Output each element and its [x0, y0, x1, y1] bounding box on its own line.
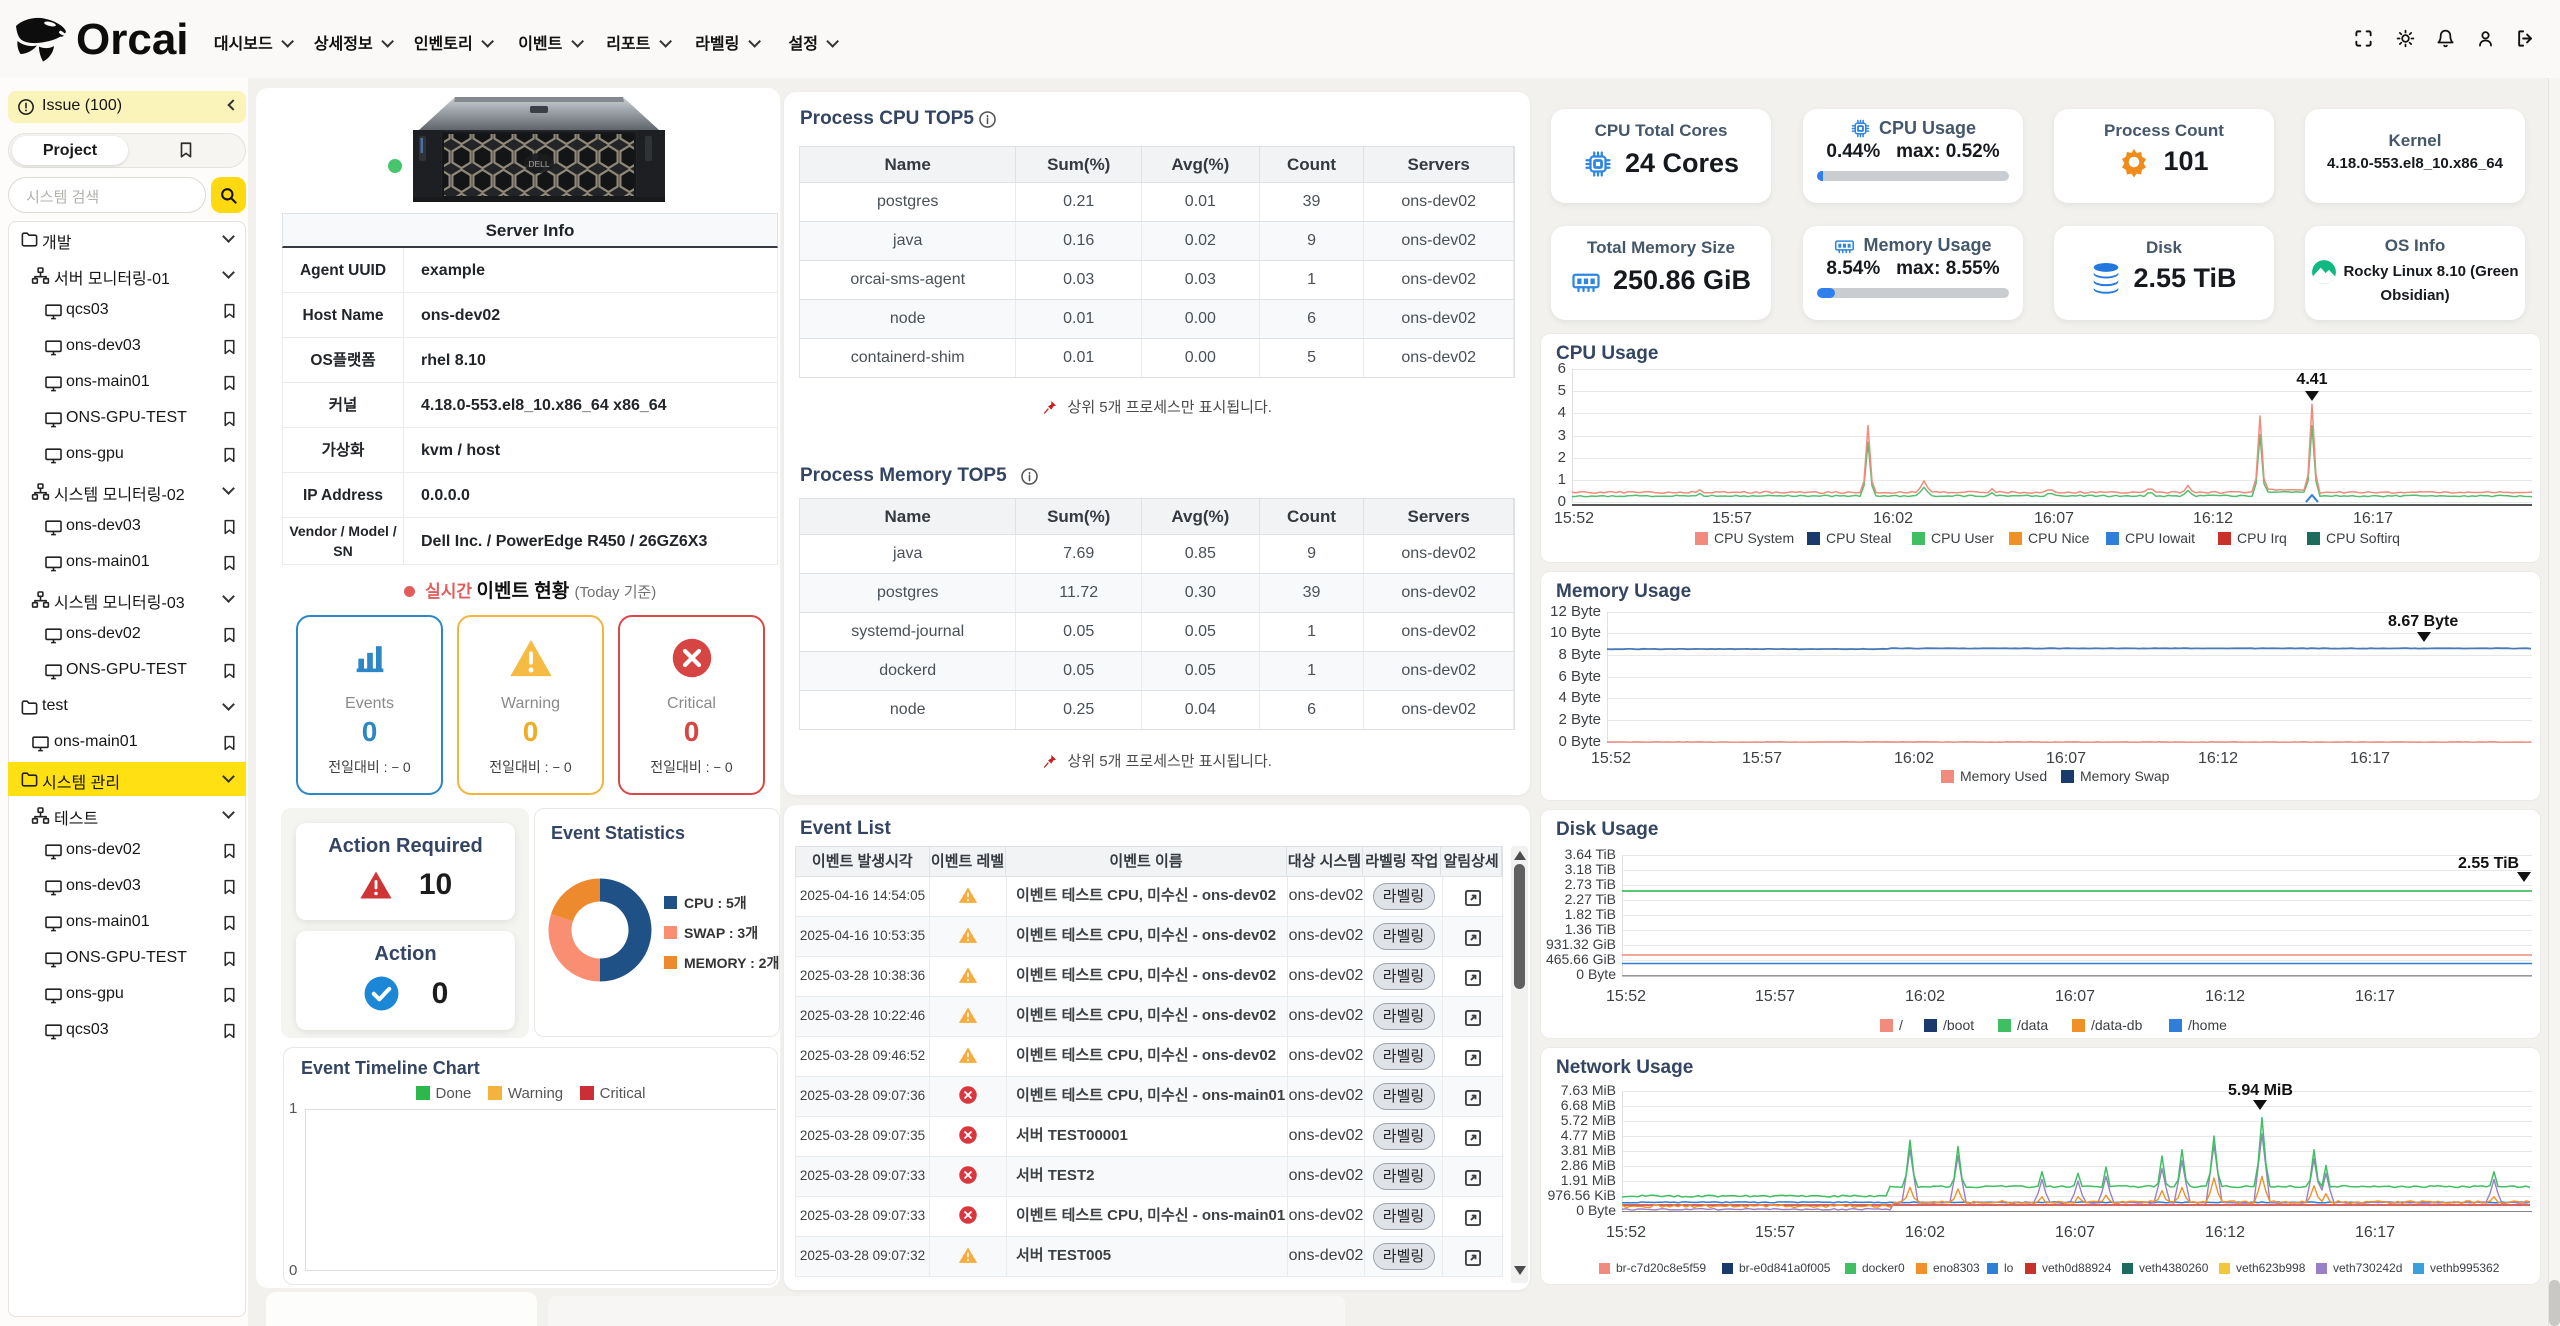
svg-text:DELL: DELL	[528, 159, 550, 169]
